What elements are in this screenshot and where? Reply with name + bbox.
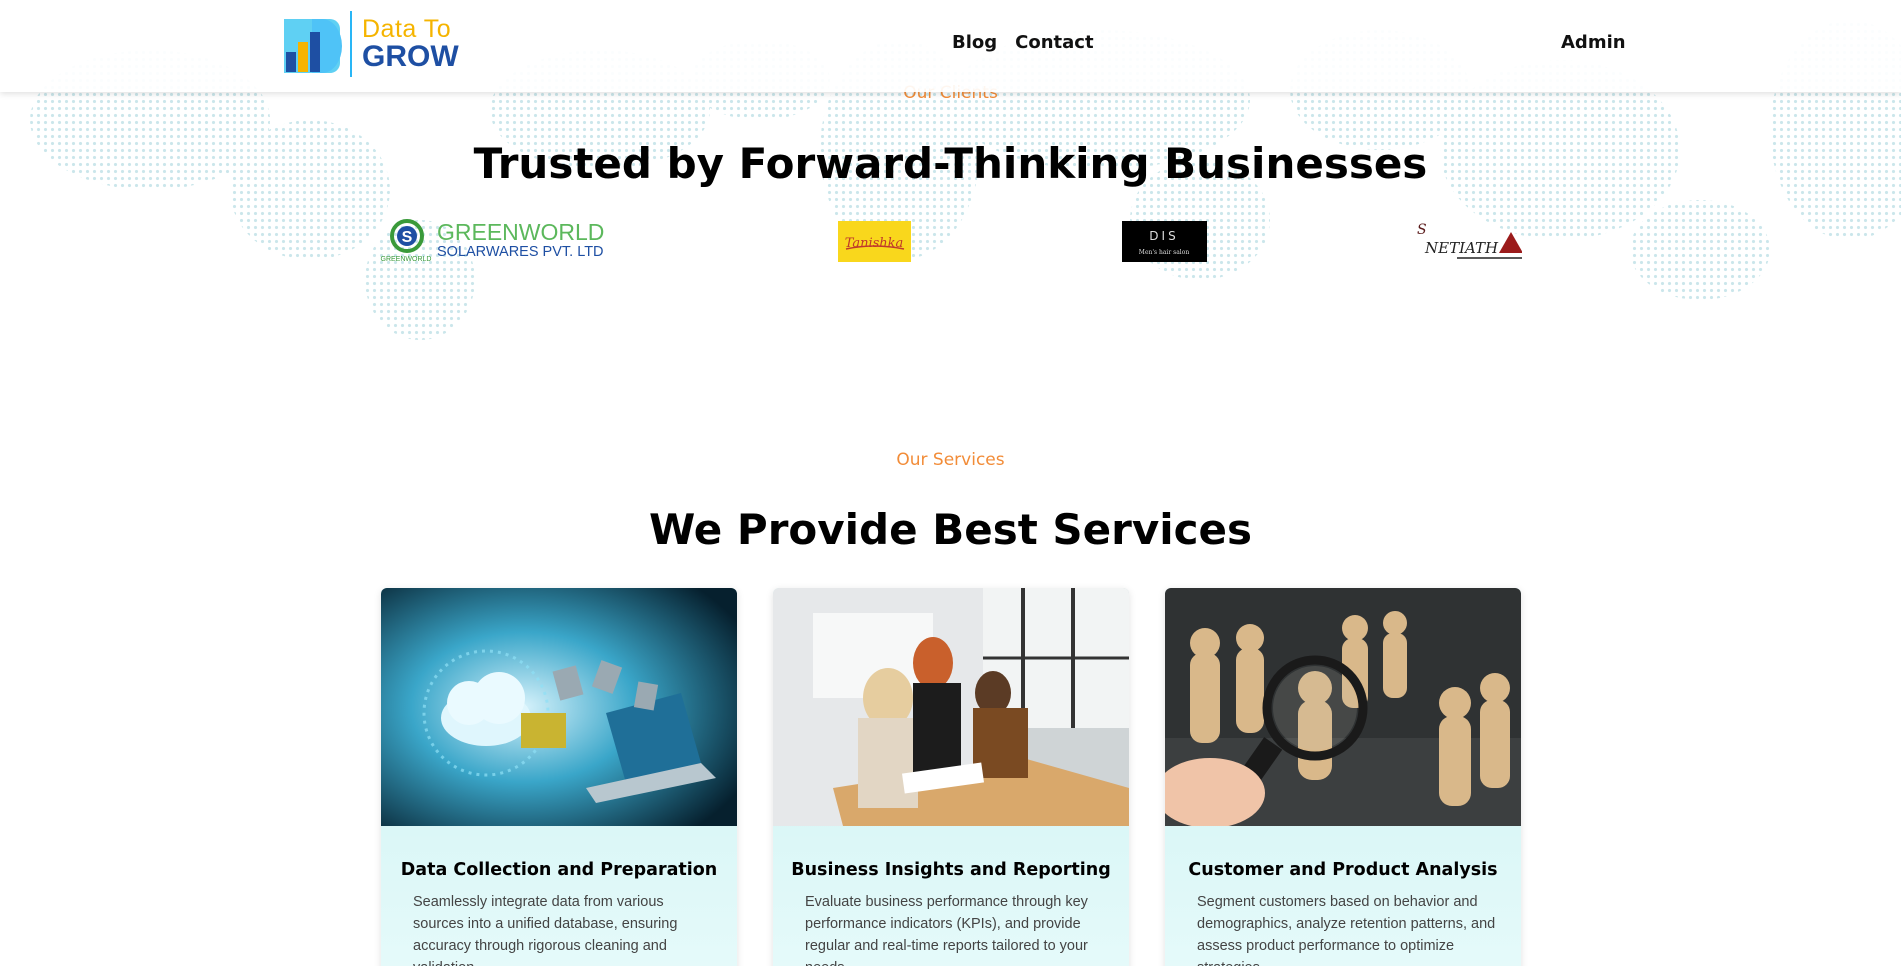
- greenworld-line2: SOLARWARES PVT. LTD: [437, 244, 604, 260]
- card-title: Data Collection and Preparation: [400, 860, 718, 880]
- card-description: Evaluate business performance through ke…: [805, 894, 1088, 966]
- client-logo-tanishka: Tanishka: [838, 221, 911, 262]
- services-eyebrow: Our Services: [896, 450, 1005, 470]
- netiath-prefix: S: [1417, 222, 1427, 238]
- service-card-customer-analysis[interactable]: Customer and Product Analysis Segment cu…: [1165, 588, 1521, 966]
- card-description: Segment customers based on behavior and …: [1197, 894, 1496, 966]
- admin-link[interactable]: Admin: [1561, 32, 1626, 53]
- logo-text: Data To GROW: [362, 14, 459, 73]
- data-collection-image: [381, 588, 737, 826]
- nav-contact-link[interactable]: Contact: [1015, 32, 1093, 53]
- main-nav: Blog Contact: [952, 32, 1094, 53]
- netiath-name: NETIATH: [1424, 239, 1499, 257]
- client-logo-greenworld: S GREENWORLD GREENWORLD SOLARWARES PVT. …: [380, 218, 630, 264]
- dis-subtitle: Men's hair salon: [1139, 249, 1190, 256]
- greenworld-small-text: GREENWORLD: [381, 256, 432, 263]
- service-card-data-collection[interactable]: Data Collection and Preparation Seamless…: [381, 588, 737, 966]
- tanishka-name: Tanishka: [845, 236, 904, 251]
- card-title: Business Insights and Reporting: [791, 860, 1111, 880]
- logo-line1: Data To: [362, 14, 452, 43]
- service-card-business-insights[interactable]: Business Insights and Reporting Evaluate…: [773, 588, 1129, 966]
- services-heading: We Provide Best Services: [648, 505, 1253, 554]
- dis-name: DIS: [1149, 229, 1178, 243]
- client-logo-dis: DIS Men's hair salon: [1122, 221, 1207, 262]
- greenworld-name: GREENWORLD: [437, 219, 604, 245]
- card-title: Customer and Product Analysis: [1188, 860, 1498, 880]
- nav-blog-link[interactable]: Blog: [952, 32, 997, 53]
- logo-chart-icon: [284, 14, 342, 74]
- business-insights-image: [773, 588, 1129, 826]
- customer-analysis-image: [1165, 588, 1521, 826]
- client-logo-netiath: S NETIATH: [1415, 220, 1523, 264]
- clients-heading: Trusted by Forward-Thinking Businesses: [473, 139, 1428, 188]
- card-description: Seamlessly integrate data from various s…: [413, 894, 678, 966]
- greenworld-mark: S: [402, 229, 413, 246]
- logo-divider: [350, 11, 352, 77]
- logo-line2: GROW: [362, 39, 459, 73]
- site-header: Data To GROW Blog Contact Admin: [0, 0, 1901, 92]
- site-logo[interactable]: Data To GROW: [284, 10, 459, 78]
